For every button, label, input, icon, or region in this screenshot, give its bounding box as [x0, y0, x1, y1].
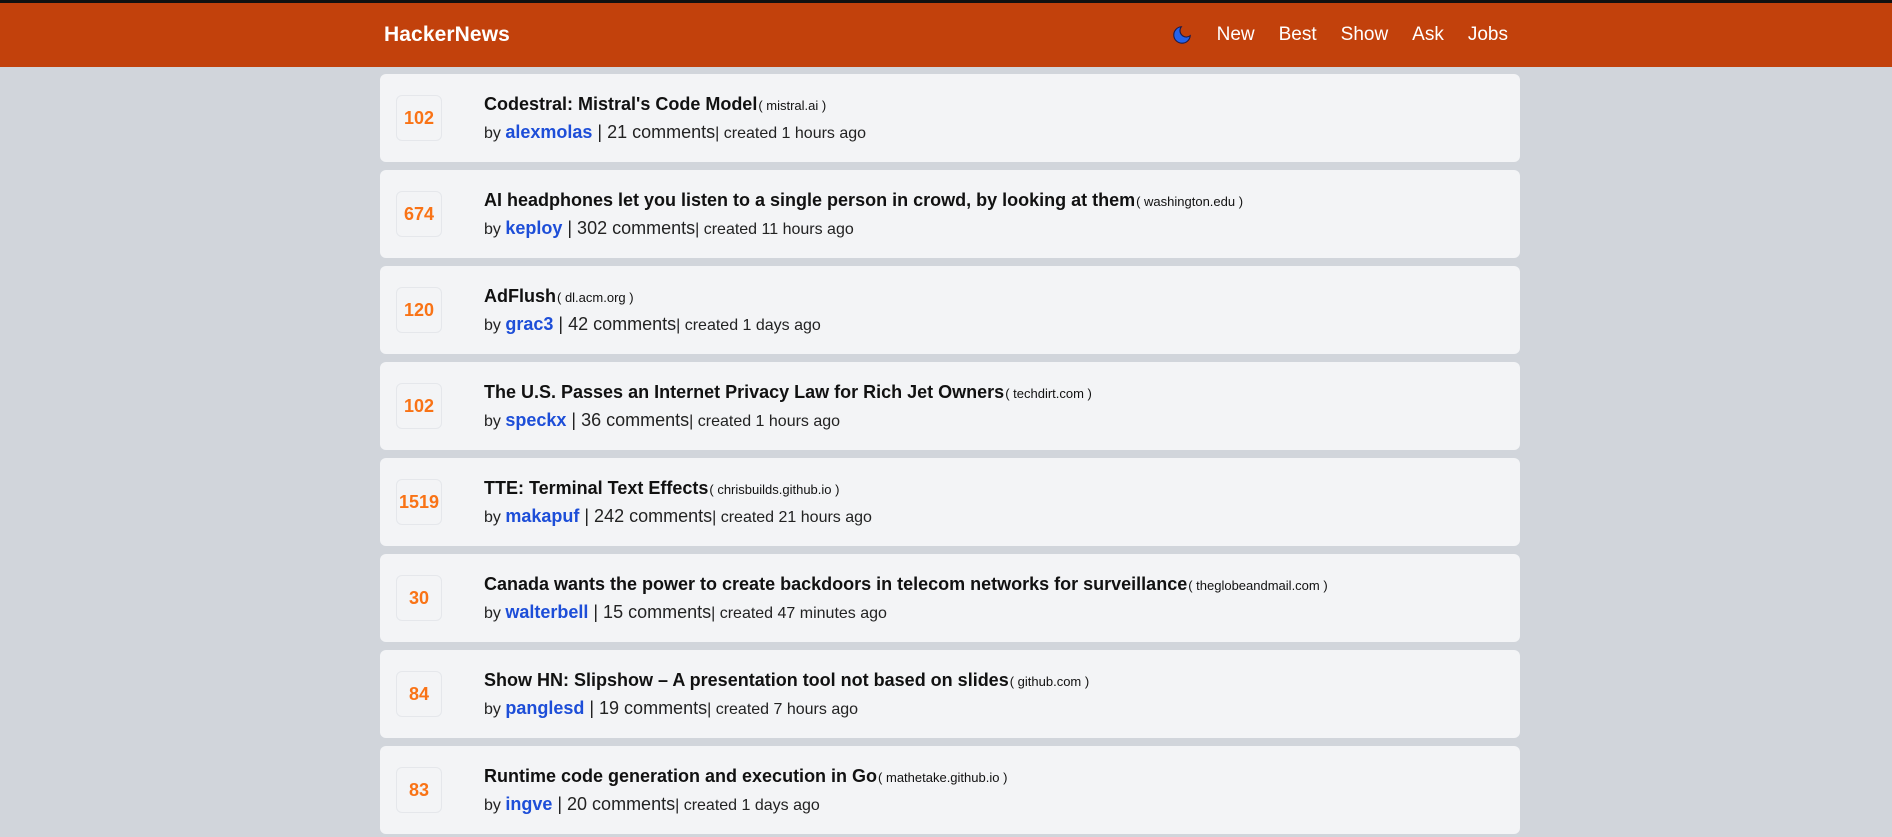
story-content: Canada wants the power to create backdoo… — [484, 574, 1328, 623]
story-content: TTE: Terminal Text Effects ( chrisbuilds… — [484, 478, 872, 527]
story-domain: ( theglobeandmail.com ) — [1188, 577, 1328, 593]
by-label: by — [484, 604, 506, 622]
story-title[interactable]: TTE: Terminal Text Effects — [484, 478, 708, 499]
story-meta: by panglesd | 19 comments | created 7 ho… — [484, 698, 1089, 719]
nav-jobs[interactable]: Jobs — [1468, 24, 1508, 46]
nav-show[interactable]: Show — [1341, 24, 1389, 46]
story-comments[interactable]: | 302 comments — [562, 218, 695, 239]
story-created: | created 47 minutes ago — [711, 604, 887, 622]
story-author[interactable]: grac3 — [505, 314, 553, 335]
story-score: 102 — [396, 95, 442, 141]
story-content: Codestral: Mistral's Code Model ( mistra… — [484, 94, 866, 143]
story-domain: ( washington.edu ) — [1136, 193, 1244, 209]
story-score: 83 — [396, 767, 442, 813]
story-meta: by speckx | 36 comments | created 1 hour… — [484, 410, 1092, 431]
story-created: | created 1 hours ago — [689, 412, 841, 430]
story-card: 102 Codestral: Mistral's Code Model ( mi… — [380, 74, 1520, 162]
story-content: Show HN: Slipshow – A presentation tool … — [484, 670, 1089, 719]
story-title[interactable]: Runtime code generation and execution in… — [484, 766, 877, 787]
story-domain: ( github.com ) — [1009, 673, 1090, 689]
story-title-row: Canada wants the power to create backdoo… — [484, 574, 1328, 595]
story-created: | created 11 hours ago — [695, 220, 854, 238]
brand-logo[interactable]: HackerNews — [384, 23, 510, 47]
story-created: | created 7 hours ago — [707, 700, 859, 718]
story-content: AI headphones let you listen to a single… — [484, 190, 1243, 239]
story-title-row: AI headphones let you listen to a single… — [484, 190, 1243, 211]
story-comments[interactable]: | 15 comments — [588, 602, 711, 623]
story-author[interactable]: keploy — [505, 218, 562, 239]
story-title[interactable]: Canada wants the power to create backdoo… — [484, 574, 1187, 595]
story-title-row: AdFlush ( dl.acm.org ) — [484, 286, 821, 307]
story-score: 1519 — [396, 479, 442, 525]
by-label: by — [484, 124, 506, 142]
by-label: by — [484, 508, 506, 526]
story-content: AdFlush ( dl.acm.org ) by grac3 | 42 com… — [484, 286, 821, 335]
story-list: 102 Codestral: Mistral's Code Model ( mi… — [380, 74, 1520, 834]
moon-icon[interactable] — [1171, 24, 1193, 46]
story-card: 30 Canada wants the power to create back… — [380, 554, 1520, 642]
story-domain: ( mistral.ai ) — [758, 97, 827, 113]
story-created: | created 21 hours ago — [712, 508, 872, 526]
story-comments[interactable]: | 242 comments — [579, 506, 712, 527]
nav-menu: New Best Show Ask Jobs — [1171, 24, 1508, 46]
by-label: by — [484, 700, 506, 718]
story-score: 30 — [396, 575, 442, 621]
story-title[interactable]: Codestral: Mistral's Code Model — [484, 94, 757, 115]
by-label: by — [484, 412, 506, 430]
story-score: 120 — [396, 287, 442, 333]
story-score: 674 — [396, 191, 442, 237]
story-card: 674 AI headphones let you listen to a si… — [380, 170, 1520, 258]
story-card: 84 Show HN: Slipshow – A presentation to… — [380, 650, 1520, 738]
story-author[interactable]: panglesd — [505, 698, 584, 719]
nav-best[interactable]: Best — [1279, 24, 1317, 46]
story-comments[interactable]: | 36 comments — [566, 410, 689, 431]
story-title-row: TTE: Terminal Text Effects ( chrisbuilds… — [484, 478, 872, 499]
story-card: 83 Runtime code generation and execution… — [380, 746, 1520, 834]
story-meta: by grac3 | 42 comments | created 1 days … — [484, 314, 821, 335]
story-comments[interactable]: | 42 comments — [553, 314, 676, 335]
story-domain: ( techdirt.com ) — [1005, 385, 1092, 401]
story-title[interactable]: AI headphones let you listen to a single… — [484, 190, 1135, 211]
navbar: HackerNews New Best Show Ask Jobs — [0, 3, 1892, 67]
story-comments[interactable]: | 20 comments — [552, 794, 675, 815]
story-comments[interactable]: | 19 comments — [584, 698, 707, 719]
story-author[interactable]: alexmolas — [505, 122, 592, 143]
story-meta: by walterbell | 15 comments | created 47… — [484, 602, 1328, 623]
nav-new[interactable]: New — [1217, 24, 1255, 46]
story-card: 120 AdFlush ( dl.acm.org ) by grac3 | 42… — [380, 266, 1520, 354]
nav-ask[interactable]: Ask — [1412, 24, 1444, 46]
by-label: by — [484, 316, 506, 334]
story-domain: ( chrisbuilds.github.io ) — [709, 481, 840, 497]
story-title-row: Codestral: Mistral's Code Model ( mistra… — [484, 94, 866, 115]
story-domain: ( mathetake.github.io ) — [878, 769, 1008, 785]
story-author[interactable]: makapuf — [505, 506, 579, 527]
story-meta: by ingve | 20 comments | created 1 days … — [484, 794, 1007, 815]
story-content: Runtime code generation and execution in… — [484, 766, 1007, 815]
story-author[interactable]: ingve — [505, 794, 552, 815]
story-comments[interactable]: | 21 comments — [592, 122, 715, 143]
story-created: | created 1 days ago — [675, 796, 820, 814]
story-title-row: Show HN: Slipshow – A presentation tool … — [484, 670, 1089, 691]
story-meta: by keploy | 302 comments | created 11 ho… — [484, 218, 1243, 239]
story-author[interactable]: speckx — [505, 410, 566, 431]
story-title[interactable]: Show HN: Slipshow – A presentation tool … — [484, 670, 1009, 691]
story-card: 1519 TTE: Terminal Text Effects ( chrisb… — [380, 458, 1520, 546]
story-title[interactable]: The U.S. Passes an Internet Privacy Law … — [484, 382, 1004, 403]
story-score: 84 — [396, 671, 442, 717]
story-title-row: The U.S. Passes an Internet Privacy Law … — [484, 382, 1092, 403]
by-label: by — [484, 220, 506, 238]
story-meta: by makapuf | 242 comments | created 21 h… — [484, 506, 872, 527]
story-created: | created 1 days ago — [676, 316, 821, 334]
story-created: | created 1 hours ago — [715, 124, 867, 142]
story-domain: ( dl.acm.org ) — [557, 289, 634, 305]
story-card: 102 The U.S. Passes an Internet Privacy … — [380, 362, 1520, 450]
by-label: by — [484, 796, 506, 814]
story-content: The U.S. Passes an Internet Privacy Law … — [484, 382, 1092, 431]
story-title-row: Runtime code generation and execution in… — [484, 766, 1007, 787]
story-score: 102 — [396, 383, 442, 429]
story-title[interactable]: AdFlush — [484, 286, 556, 307]
story-author[interactable]: walterbell — [505, 602, 588, 623]
story-meta: by alexmolas | 21 comments | created 1 h… — [484, 122, 866, 143]
